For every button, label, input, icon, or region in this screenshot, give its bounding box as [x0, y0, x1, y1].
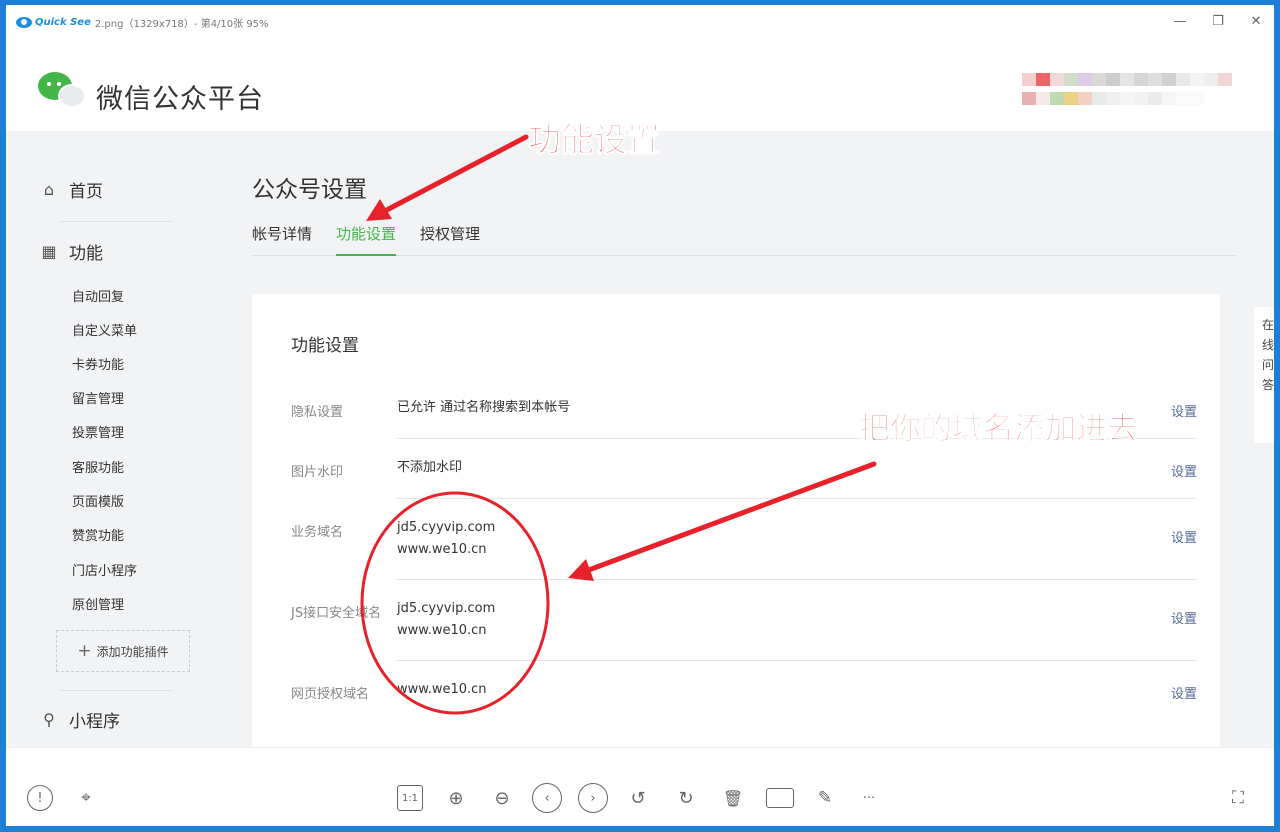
info-icon[interactable]: !: [27, 785, 53, 811]
zoom-in-icon[interactable]: ⊕: [443, 785, 469, 811]
arrow-to-tab: [366, 134, 529, 221]
location-pin-icon[interactable]: ⌖: [73, 785, 99, 811]
rotate-right-icon[interactable]: ↻: [673, 785, 699, 811]
crop-icon[interactable]: [766, 788, 794, 808]
annotation-feature-settings: 功能设置: [528, 120, 661, 160]
edit-pen-icon[interactable]: ✎: [812, 785, 838, 811]
delete-icon[interactable]: 🗑: [720, 785, 746, 811]
rotate-left-icon[interactable]: ↺: [625, 785, 651, 811]
domain-highlight-circle: [360, 491, 550, 715]
viewer-toolbar: ! ⌖ 1:1 ⊕ ⊖ ‹ › ↺ ↻ 🗑 ✎ ··· ⛶: [6, 747, 1274, 826]
actual-size-button[interactable]: 1:1: [397, 785, 423, 811]
annotation-add-domain: 把你的域名添加进去: [859, 411, 1139, 448]
image-viewer-window: Quick See 2.png（1329x718）- 第4/10张 95% — …: [6, 5, 1274, 826]
zoom-out-icon[interactable]: ⊖: [489, 785, 515, 811]
next-image-icon[interactable]: ›: [578, 783, 608, 813]
fullscreen-icon[interactable]: ⛶: [1225, 785, 1251, 811]
more-icon[interactable]: ···: [856, 785, 882, 811]
arrow-to-domains: [568, 461, 877, 581]
previous-image-icon[interactable]: ‹: [532, 783, 562, 813]
